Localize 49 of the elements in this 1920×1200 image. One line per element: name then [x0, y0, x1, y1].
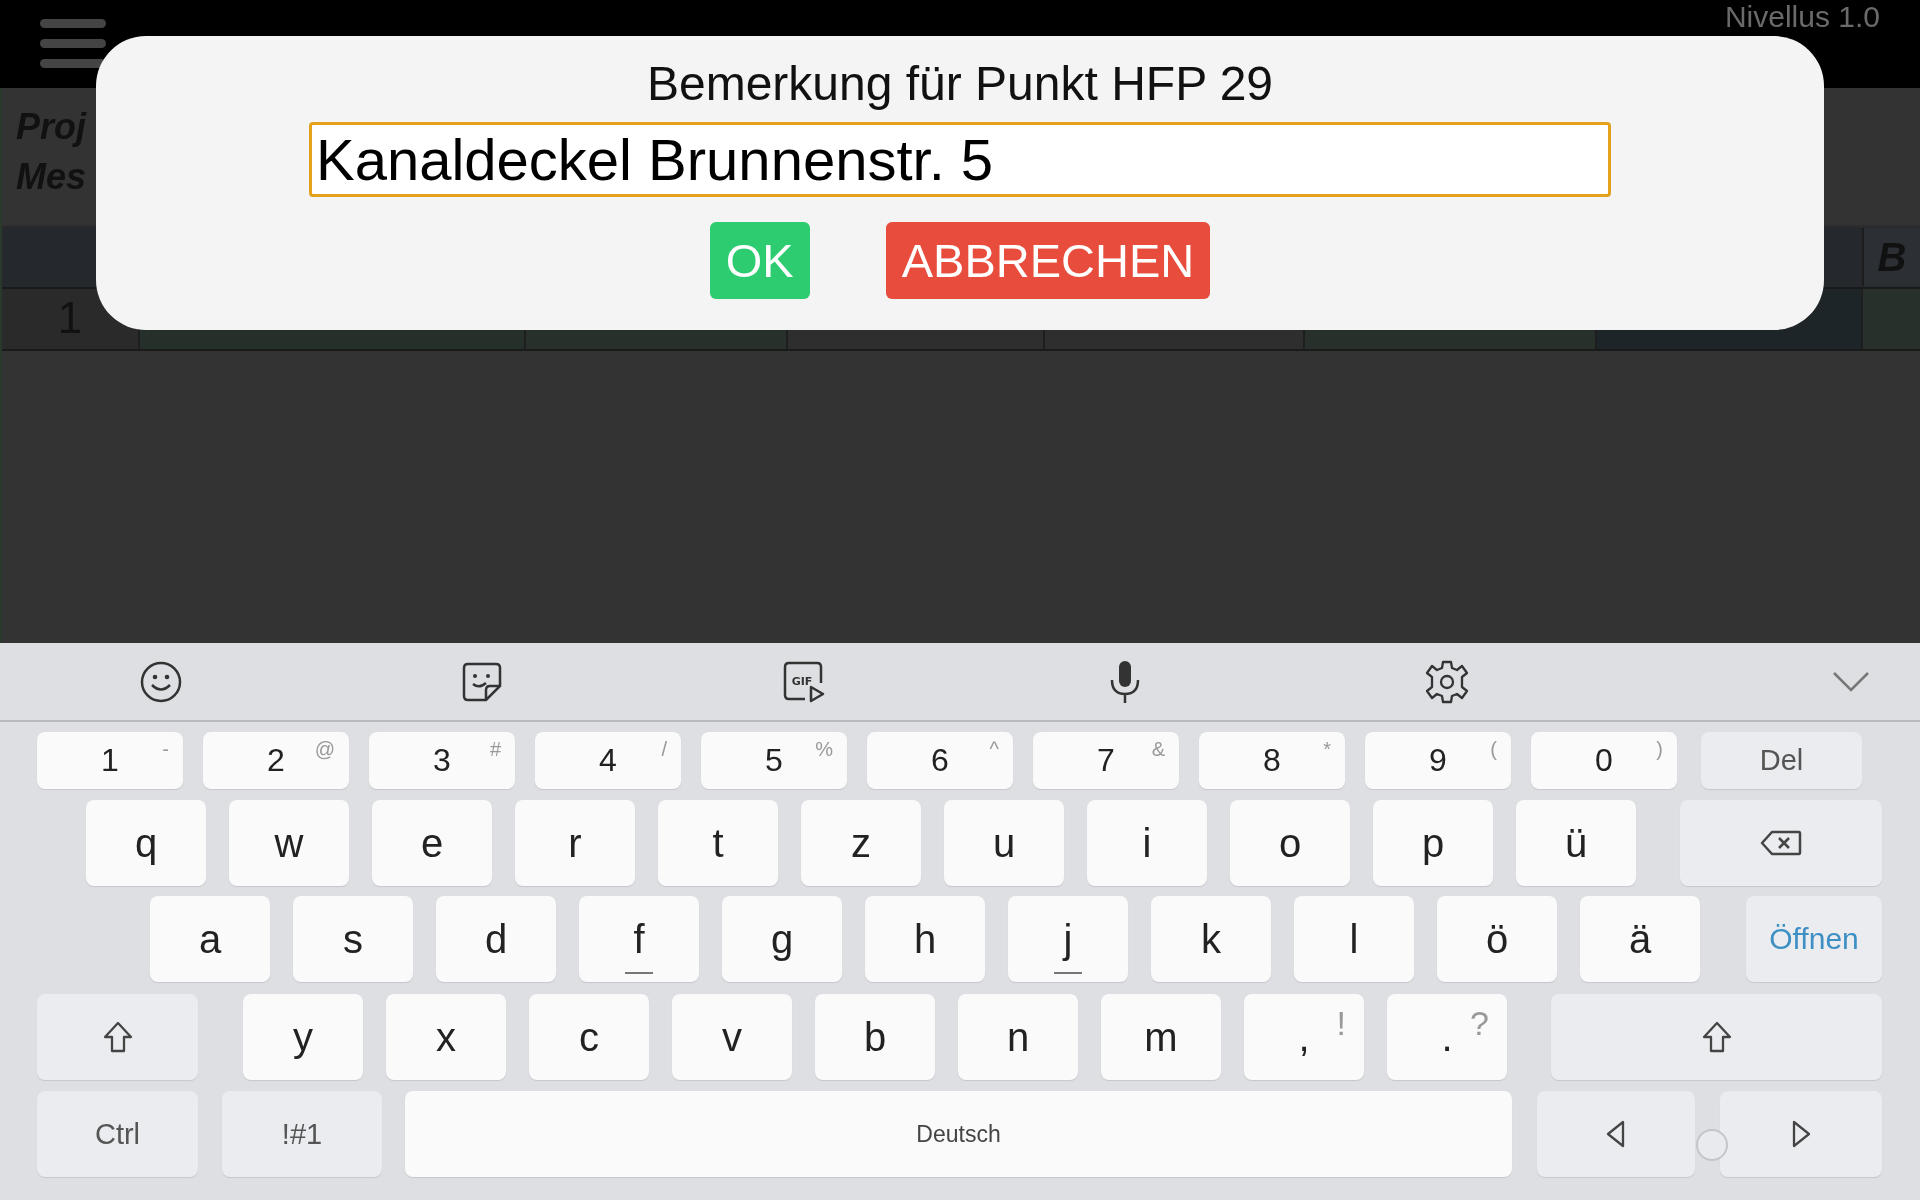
key[interactable]: x	[386, 994, 506, 1080]
cancel-button[interactable]: ABBRECHEN	[885, 222, 1211, 299]
key[interactable]: d	[436, 896, 556, 982]
key[interactable]: , !	[1244, 994, 1364, 1080]
key[interactable]: p	[1373, 800, 1493, 886]
key[interactable]: ö	[1437, 896, 1557, 982]
key[interactable]: k	[1151, 896, 1271, 982]
space-bar[interactable]: Deutsch	[405, 1091, 1512, 1177]
key[interactable]: 7 &	[1033, 732, 1179, 789]
key[interactable]: 9 (	[1365, 732, 1511, 789]
key[interactable]: z	[801, 800, 921, 886]
key[interactable]: y	[243, 994, 363, 1080]
dialog-title: Bemerkung für Punkt HFP 29	[646, 56, 1274, 112]
key[interactable]: o	[1230, 800, 1350, 886]
key[interactable]: 3 #	[369, 732, 515, 789]
key[interactable]: u	[944, 800, 1064, 886]
key[interactable]: i	[1087, 800, 1207, 886]
input-field[interactable]: Kanaldeckel Brunnenstr. 5	[309, 122, 1611, 197]
key[interactable]: s	[293, 896, 413, 982]
key[interactable]: n	[958, 994, 1078, 1080]
key[interactable]: 1 -	[37, 732, 183, 789]
function-key[interactable]: Del	[1701, 732, 1862, 789]
key[interactable]: ä	[1580, 896, 1700, 982]
key[interactable]: q	[86, 800, 206, 886]
key[interactable]: 0 )	[1531, 732, 1677, 789]
key[interactable]: g	[722, 896, 842, 982]
key[interactable]: 8 *	[1199, 732, 1345, 789]
key[interactable]: j	[1008, 896, 1128, 982]
key[interactable]: l	[1294, 896, 1414, 982]
key[interactable]: e	[372, 800, 492, 886]
key[interactable]: 5 %	[701, 732, 847, 789]
function-key[interactable]: Ctrl	[37, 1091, 198, 1177]
key[interactable]: v	[672, 994, 792, 1080]
key[interactable]: r	[515, 800, 635, 886]
key[interactable]: t	[658, 800, 778, 886]
key[interactable]: f	[579, 896, 699, 982]
key[interactable]: ü	[1516, 800, 1636, 886]
app-title: Nivellus 1.0	[1724, 0, 1880, 34]
key[interactable]: m	[1101, 994, 1221, 1080]
function-key[interactable]: !#1	[222, 1091, 382, 1177]
key[interactable]: 2 @	[203, 732, 349, 789]
key[interactable]: b	[815, 994, 935, 1080]
key[interactable]: c	[529, 994, 649, 1080]
key[interactable]: 6 ^	[867, 732, 1013, 789]
key[interactable]: . ?	[1387, 994, 1507, 1080]
key[interactable]: w	[229, 800, 349, 886]
key[interactable]: h	[865, 896, 985, 982]
key[interactable]: a	[150, 896, 270, 982]
key[interactable]: 4 /	[535, 732, 681, 789]
